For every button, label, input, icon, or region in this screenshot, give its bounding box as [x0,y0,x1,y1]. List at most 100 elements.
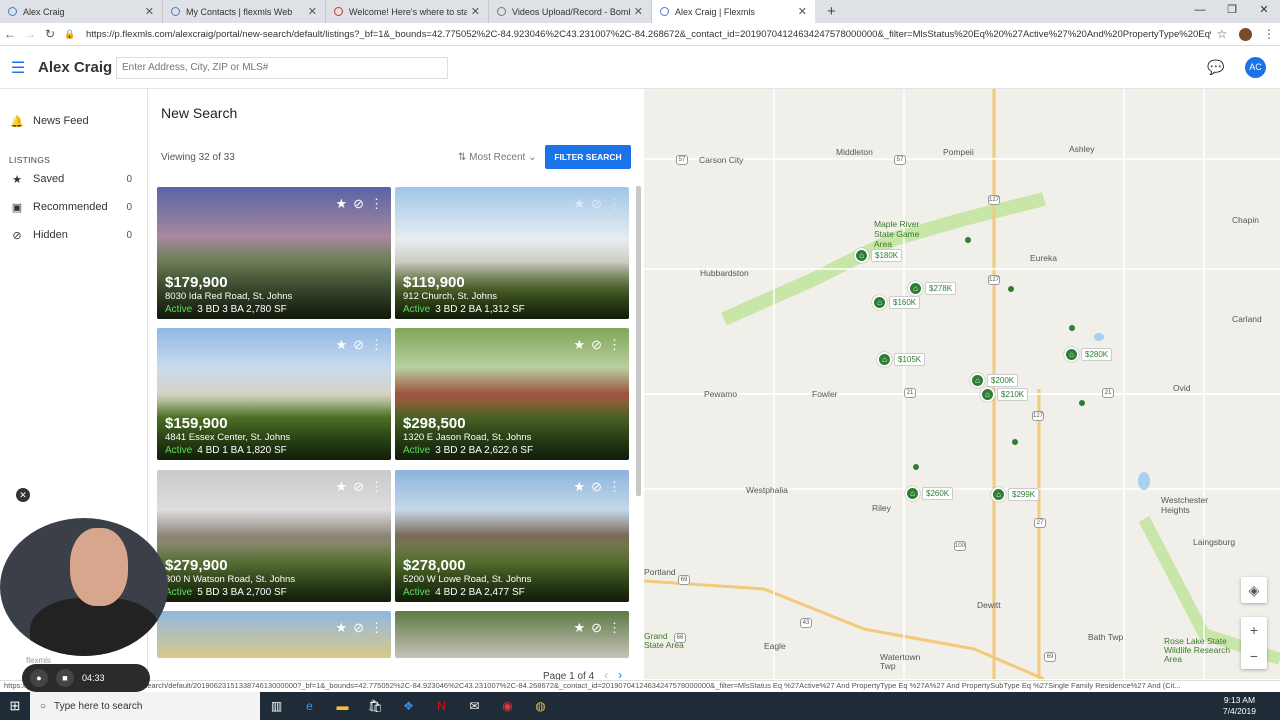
map-dot[interactable] [1079,400,1085,406]
map-pin[interactable]: ⌂ $260K [905,486,954,501]
more-icon[interactable]: ⋮ [608,620,621,636]
browser-tab[interactable]: Welcome! Here's where to start...✕ [326,0,489,23]
scrollbar[interactable] [636,186,641,496]
profile-avatar[interactable] [1239,27,1252,41]
hamburger-menu-icon[interactable]: ☰ [0,58,36,78]
avatar[interactable]: AC [1245,57,1266,78]
browser-tab[interactable]: Videos Upload/Record - Bombb...✕ [489,0,652,23]
zoom-in-icon[interactable]: + [1241,617,1267,643]
hide-icon[interactable]: ⊘ [591,479,602,495]
listing-card[interactable]: ★ ⊘ ⋮ [395,611,629,658]
map-dot[interactable] [1069,325,1075,331]
chrome-icon[interactable]: ◍ [524,699,557,713]
sort-dropdown[interactable]: ⇅ Most Recent ⌄ [458,152,536,163]
chat-icon[interactable]: 💬 [1207,59,1224,76]
star-icon[interactable]: ★ [335,620,347,636]
windows-start-icon[interactable]: ⊞ [0,698,30,714]
sidebar-item-news-feed[interactable]: 🔔 News Feed [0,110,148,132]
listing-card[interactable]: ★ ⊘ ⋮ $159,900 4841 Essex Center, St. John… [157,328,391,460]
listing-card[interactable]: ★ ⊘ ⋮ $278,000 5200 W Lowe Road, St. Johns… [395,470,629,602]
layers-icon[interactable]: ◈ [1241,577,1267,603]
close-tab-icon[interactable]: ✕ [634,5,643,18]
star-icon[interactable]: ★ [335,337,347,353]
edge-icon[interactable]: e [293,699,326,713]
close-tab-icon[interactable]: ✕ [471,5,480,18]
clock[interactable]: 9:13 AM 7/4/2019 [1223,695,1256,717]
hide-icon[interactable]: ⊘ [591,337,602,353]
hide-icon[interactable]: ⊘ [591,620,602,636]
map-pin[interactable]: ⌂ $278K [908,281,957,296]
listing-card[interactable]: ★ ⊘ ⋮ $179,900 8030 Ida Red Road, St. John… [157,187,391,319]
store-icon[interactable]: 🛍 [359,699,392,713]
map-dot[interactable] [913,464,919,470]
map-pin[interactable]: ⌂ $200K [970,373,1019,388]
map-pin[interactable]: ⌂ $160K [872,295,921,310]
status-badge: Active [165,587,193,598]
star-icon[interactable]: ★ [573,196,585,212]
hide-icon[interactable]: ⊘ [591,196,602,212]
listing-card[interactable]: ★ ⊘ ⋮ $119,900 912 Church, St. Johns Activ… [395,187,629,319]
map-dot[interactable] [1008,286,1014,292]
hide-icon[interactable]: ⊘ [353,196,364,212]
star-icon[interactable]: ★ [335,196,347,212]
map-pin[interactable]: ⌂ $180K [854,248,903,263]
listing-card[interactable]: ★ ⊘ ⋮ [157,611,391,658]
person-icon[interactable]: ● [30,669,48,687]
browser-tab[interactable]: Alex Craig ✕ [0,0,163,23]
dropbox-icon[interactable]: ❖ [392,699,425,713]
more-icon[interactable]: ⋮ [370,196,383,212]
map-dot[interactable] [1012,439,1018,445]
reload-icon[interactable]: ↻ [40,27,60,41]
house-icon: ⌂ [854,248,869,263]
back-icon[interactable]: ← [0,27,20,41]
mail-icon[interactable]: ✉ [458,699,491,713]
restore-icon[interactable]: ❐ [1216,0,1248,20]
listing-card[interactable]: ★ ⊘ ⋮ $279,900 300 N Watson Road, St. John… [157,470,391,602]
close-tab-icon[interactable]: ✕ [798,5,807,18]
new-tab-icon[interactable]: + [827,3,836,20]
screen-recorder-icon[interactable]: ◉ [491,699,524,713]
close-tab-icon[interactable]: ✕ [308,5,317,18]
task-view-icon[interactable]: ▥ [260,699,293,713]
stop-icon[interactable]: ■ [56,669,74,687]
more-icon[interactable]: ⋮ [370,337,383,353]
more-icon[interactable]: ⋮ [608,196,621,212]
more-icon[interactable]: ⋮ [608,479,621,495]
map-dot[interactable] [965,237,971,243]
file-explorer-icon[interactable]: ▬ [326,699,359,713]
map-pin[interactable]: ⌂ $299K [991,487,1040,502]
filter-search-button[interactable]: FILTER SEARCH [545,145,631,169]
url-field[interactable]: https://p.flexmls.com/alexcraig/portal/n… [86,29,1211,40]
more-icon[interactable]: ⋮ [608,337,621,353]
close-tab-icon[interactable]: ✕ [145,5,154,18]
close-icon[interactable]: ✕ [16,488,30,502]
star-bookmark-icon[interactable]: ☆ [1211,27,1233,41]
sidebar-item-saved[interactable]: ★ Saved 0 [0,168,148,190]
hide-icon[interactable]: ⊘ [353,337,364,353]
minimize-icon[interactable]: — [1184,0,1216,20]
browser-tab[interactable]: My Contacts | flexmls Web ✕ [163,0,326,23]
more-icon[interactable]: ⋮ [370,620,383,636]
more-icon[interactable]: ⋮ [370,479,383,495]
star-icon[interactable]: ★ [573,479,585,495]
star-icon[interactable]: ★ [573,337,585,353]
star-icon[interactable]: ★ [573,620,585,636]
map[interactable]: Carson City Middleton Pompeii Ashley Hub… [644,89,1280,679]
close-window-icon[interactable]: ✕ [1248,0,1280,20]
zoom-out-icon[interactable]: − [1241,643,1267,669]
map-pin[interactable]: ⌂ $210K [980,387,1029,402]
listing-card[interactable]: ★ ⊘ ⋮ $298,500 1320 E Jason Road, St. John… [395,328,629,460]
hide-icon[interactable]: ⊘ [353,479,364,495]
forward-icon[interactable]: → [20,27,40,41]
star-icon[interactable]: ★ [335,479,347,495]
hide-icon[interactable]: ⊘ [353,620,364,636]
sidebar-item-hidden[interactable]: ⊘ Hidden 0 [0,224,148,246]
netflix-icon[interactable]: N [425,699,458,713]
taskbar-search[interactable]: ○ Type here to search [30,692,260,720]
browser-tab-active[interactable]: Alex Craig | Flexmls ✕ [652,0,815,23]
map-pin[interactable]: ⌂ $280K [1064,347,1113,362]
sidebar-item-recommended[interactable]: ▣ Recommended 0 [0,196,148,218]
search-input[interactable] [116,56,448,79]
map-pin[interactable]: ⌂ $105K [877,352,926,367]
menu-icon[interactable]: ⋮ [1258,27,1280,41]
